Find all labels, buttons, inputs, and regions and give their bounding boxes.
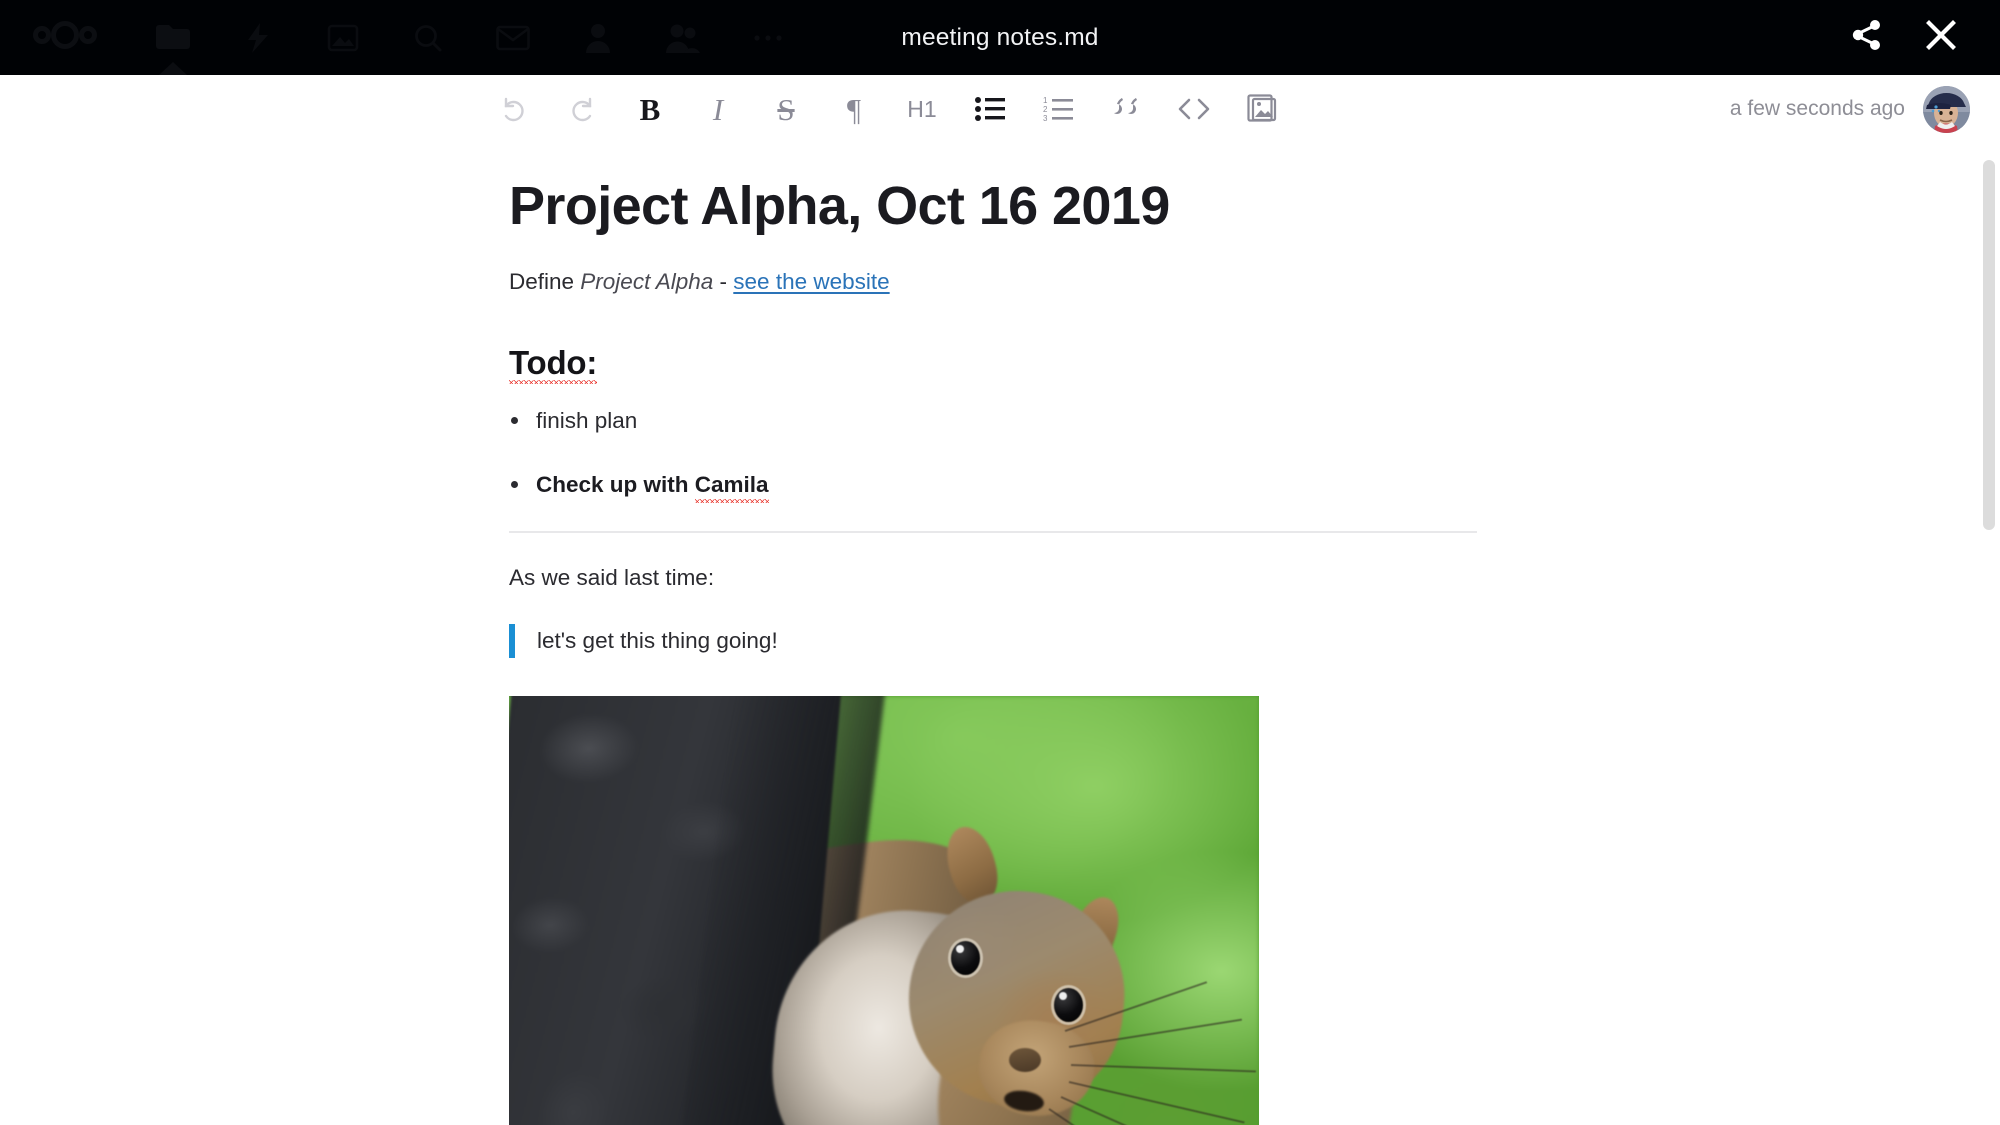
- redo-arrow-icon: [567, 94, 597, 124]
- todo-heading-text: Todo:: [509, 343, 598, 384]
- nav-app-talk[interactable]: [640, 0, 725, 75]
- undo-arrow-icon: [499, 94, 529, 124]
- intro-emphasis: Project Alpha: [580, 269, 714, 295]
- squirrel-eye-right: [1054, 988, 1083, 1023]
- nav-app-activity[interactable]: [215, 0, 300, 75]
- app-navigation: [130, 0, 810, 75]
- close-icon: [1925, 19, 1957, 56]
- save-status-area: a few seconds ago: [1730, 75, 1970, 143]
- paragraph-button[interactable]: ¶: [820, 81, 888, 137]
- quote-icon: [1111, 97, 1141, 121]
- nav-app-search[interactable]: [385, 0, 470, 75]
- undo-button[interactable]: [480, 81, 548, 137]
- nav-app-contacts[interactable]: [555, 0, 640, 75]
- image-icon: [327, 22, 359, 54]
- ordered-list-button[interactable]: 1 2 3: [1024, 81, 1092, 137]
- folder-icon: [155, 23, 191, 53]
- magnifier-icon: [413, 23, 443, 53]
- last-saved-status: a few seconds ago: [1729, 97, 1905, 120]
- lightning-icon: [245, 22, 271, 54]
- code-brackets-icon: [1178, 97, 1210, 121]
- share-button[interactable]: [1830, 0, 1904, 75]
- people-icon: [665, 22, 700, 54]
- nav-app-files[interactable]: [130, 0, 215, 75]
- list-item-text: finish plan: [536, 407, 638, 433]
- scrollbar-track[interactable]: [1982, 78, 1998, 1123]
- list-item[interactable]: finish plan: [509, 404, 1479, 438]
- horizontal-rule: [509, 531, 1477, 534]
- document-heading[interactable]: Project Alpha, Oct 16 2019: [509, 175, 1479, 237]
- nextcloud-logo: [32, 20, 98, 55]
- envelope-icon: [495, 25, 530, 51]
- document-content: Project Alpha, Oct 16 2019 Define Projec…: [509, 143, 1479, 1125]
- list-item-text: Check up with: [536, 471, 695, 497]
- bullet-list-icon: [975, 96, 1005, 122]
- document-editor-canvas[interactable]: Project Alpha, Oct 16 2019 Define Projec…: [0, 143, 2000, 1125]
- intro-lead: Define: [509, 269, 581, 295]
- list-item-misspelled-word: Camila: [694, 468, 769, 504]
- scrollbar-thumb[interactable]: [1983, 160, 1995, 530]
- squirrel-eye-left: [951, 941, 980, 976]
- strikethrough-button[interactable]: S: [752, 81, 820, 137]
- italic-icon: I: [712, 91, 724, 127]
- strikethrough-icon: S: [777, 91, 795, 127]
- svg-text:2: 2: [1043, 105, 1048, 114]
- svg-text:1: 1: [1043, 96, 1048, 105]
- website-link[interactable]: see the website: [733, 269, 889, 294]
- bullet-list-button[interactable]: [956, 81, 1024, 137]
- editor-toolbar: B I S ¶ H1 1 2 3 a few seconds ago: [0, 75, 2000, 143]
- image-stack-icon: [1247, 94, 1277, 124]
- heading1-button[interactable]: H1: [888, 81, 956, 137]
- ellipsis-icon: [753, 33, 783, 43]
- intro-separator: -: [713, 269, 734, 295]
- person-icon: [585, 22, 611, 54]
- svg-text:3: 3: [1043, 114, 1048, 122]
- pilcrow-icon: ¶: [846, 91, 862, 127]
- close-button[interactable]: [1904, 0, 1978, 75]
- redo-button[interactable]: [548, 81, 616, 137]
- nav-app-more[interactable]: [725, 0, 810, 75]
- formatting-tools: B I S ¶ H1 1 2 3: [480, 81, 1296, 137]
- nav-app-photos[interactable]: [300, 0, 385, 75]
- italic-button[interactable]: I: [684, 81, 752, 137]
- bold-icon: B: [639, 91, 661, 127]
- nav-app-mail[interactable]: [470, 0, 555, 75]
- todo-list[interactable]: finish plan Check up with Camila: [509, 404, 1479, 504]
- code-block-button[interactable]: [1160, 81, 1228, 137]
- recap-paragraph[interactable]: As we said last time:: [509, 561, 1479, 596]
- squirrel-nose: [1009, 1048, 1041, 1073]
- list-item[interactable]: Check up with Camila: [509, 468, 1479, 504]
- h1-icon: H1: [907, 95, 937, 122]
- blockquote[interactable]: let's get this thing going!: [509, 624, 1479, 659]
- bold-button[interactable]: B: [616, 81, 684, 137]
- insert-image-button[interactable]: [1228, 81, 1296, 137]
- todo-heading[interactable]: Todo:: [509, 343, 598, 384]
- top-navigation-bar: meeting notes.md: [0, 0, 2000, 75]
- blockquote-button[interactable]: [1092, 81, 1160, 137]
- squirrel-photo[interactable]: [509, 696, 1259, 1125]
- user-avatar[interactable]: [1923, 85, 1970, 133]
- share-icon: [1850, 18, 1884, 57]
- topbar-actions: [1830, 0, 2000, 75]
- ordered-list-icon: 1 2 3: [1043, 96, 1073, 122]
- nextcloud-logo-link[interactable]: [0, 0, 130, 75]
- intro-paragraph[interactable]: Define Project Alpha - see the website: [509, 265, 1479, 300]
